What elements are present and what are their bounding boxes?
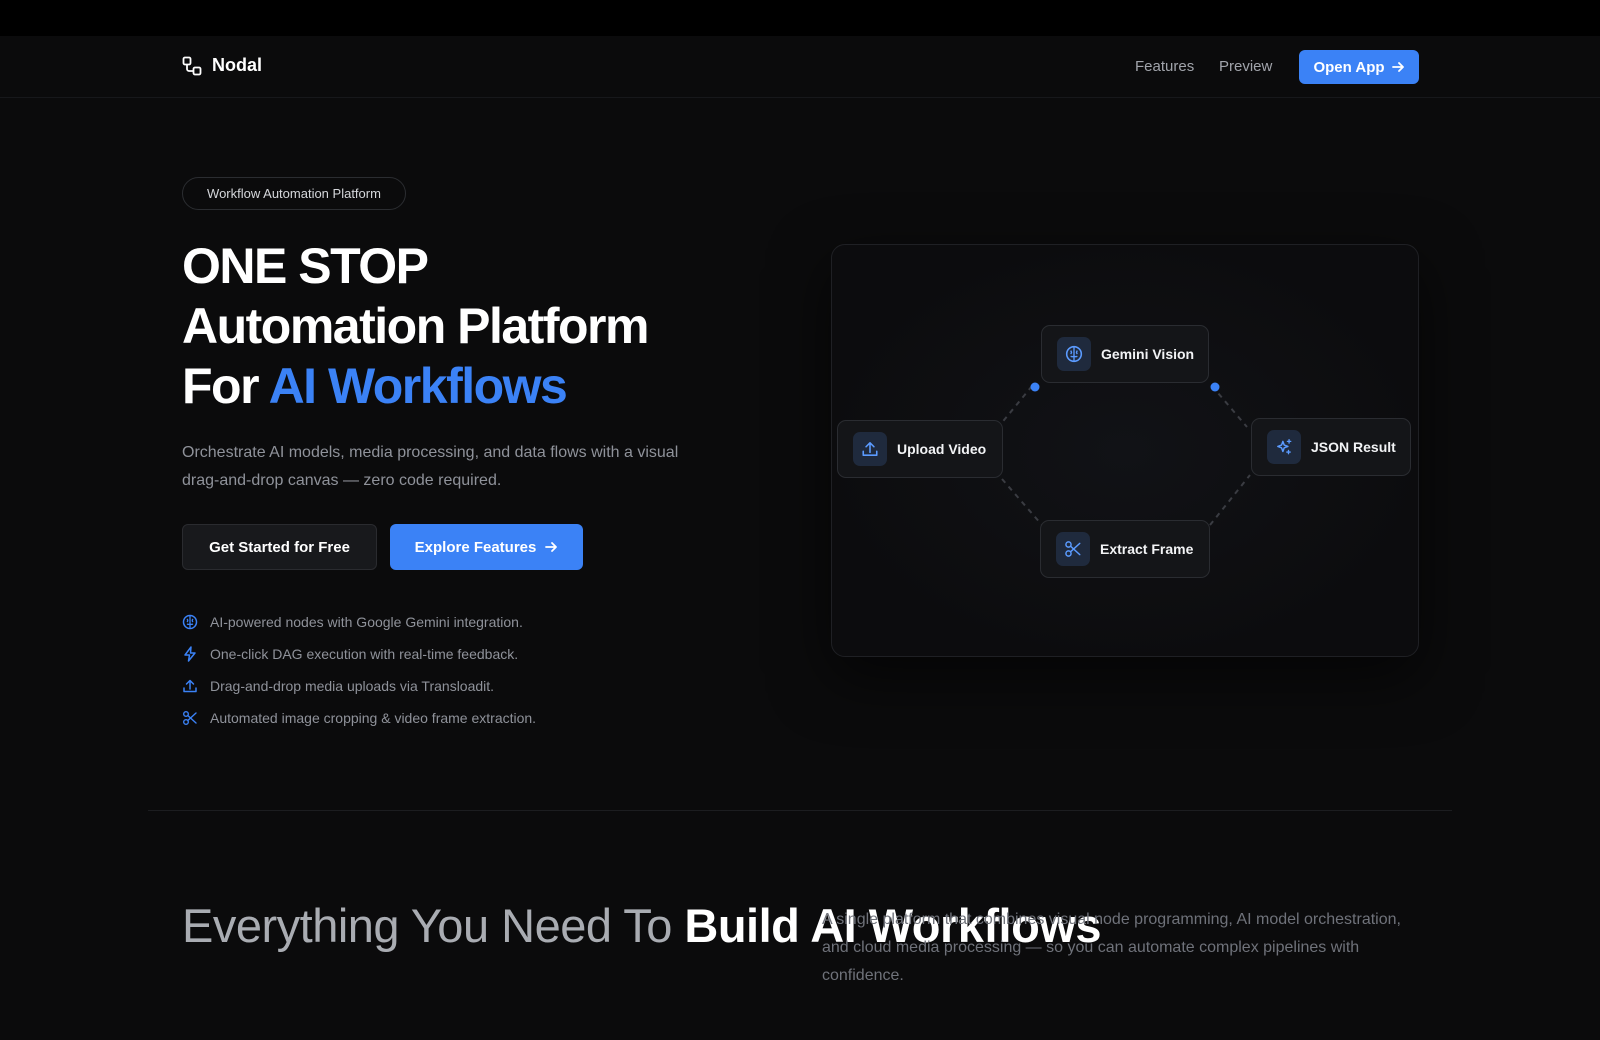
hero-title-line1: ONE STOP (182, 238, 429, 294)
scissors-icon (1065, 541, 1081, 557)
scissors-icon (183, 711, 197, 725)
feature-item: Automated image cropping & video frame e… (182, 702, 536, 734)
hero-title-line2: Automation Platform (182, 298, 649, 354)
sparkles-icon (1277, 439, 1292, 455)
node-upload-video[interactable]: Upload Video (837, 420, 1003, 478)
feature-text: AI-powered nodes with Google Gemini inte… (210, 614, 523, 630)
node-icon (853, 432, 887, 466)
nav-link-features[interactable]: Features (1135, 58, 1194, 75)
brand-name: Nodal (212, 55, 263, 75)
node-json-result[interactable]: JSON Result (1251, 418, 1411, 476)
feature-list: AI-powered nodes with Google Gemini inte… (182, 606, 536, 734)
explore-features-label: Explore Features (414, 538, 537, 556)
feature-text: One-click DAG execution with real-time f… (210, 646, 519, 662)
arrow-right-icon (545, 542, 558, 552)
section-divider (148, 810, 1452, 811)
hero-title-line3: For AI Workflows (182, 356, 648, 416)
open-app-label: Open App (1313, 58, 1385, 76)
hero-title-accent: AI Workflows (268, 358, 568, 414)
nav-link-preview[interactable]: Preview (1219, 58, 1272, 75)
feature-item: AI-powered nodes with Google Gemini inte… (182, 606, 536, 638)
bolt-icon (184, 646, 196, 662)
brain-icon (1065, 345, 1083, 363)
upload-icon (862, 442, 878, 456)
section-description: A single platform that combines visual n… (822, 911, 1401, 984)
arrow-right-icon (1391, 62, 1404, 72)
window-top-strip (0, 0, 1600, 36)
feature-item: Drag-and-drop media uploads via Transloa… (182, 670, 536, 702)
node-icon (1056, 532, 1090, 566)
node-gemini-vision[interactable]: Gemini Vision (1041, 325, 1209, 383)
node-label: Gemini Vision (1101, 346, 1195, 362)
brain-icon (182, 614, 198, 630)
workflow-canvas-preview: Gemini Vision Upload Video JSON Result E… (831, 244, 1419, 657)
node-icon (1267, 430, 1301, 464)
nodes-logo-icon (182, 56, 202, 75)
hero-title: ONE STOP Automation Platform For AI Work… (182, 236, 649, 416)
node-label: JSON Result (1311, 439, 1396, 455)
open-app-button[interactable]: Open App (1299, 50, 1419, 84)
feature-item: One-click DAG execution with real-time f… (182, 638, 536, 670)
hero-title-prefix: For (182, 358, 269, 414)
feature-text: Drag-and-drop media uploads via Transloa… (210, 678, 495, 694)
node-label: Upload Video (897, 441, 987, 457)
brand-logo[interactable]: Nodal (182, 55, 262, 76)
node-icon (1057, 337, 1091, 371)
feature-text: Automated image cropping & video frame e… (210, 710, 537, 726)
section-title-light: Everything You Need To (182, 899, 685, 952)
get-started-button[interactable]: Get Started for Free (182, 524, 377, 570)
explore-features-button[interactable]: Explore Features (390, 524, 583, 570)
hero-description: Orchestrate AI models, media processing,… (182, 444, 679, 489)
node-label: Extract Frame (1100, 541, 1194, 557)
node-extract-frame[interactable]: Extract Frame (1040, 520, 1210, 578)
hero-badge: Workflow Automation Platform (182, 177, 406, 210)
upload-icon (183, 679, 197, 693)
